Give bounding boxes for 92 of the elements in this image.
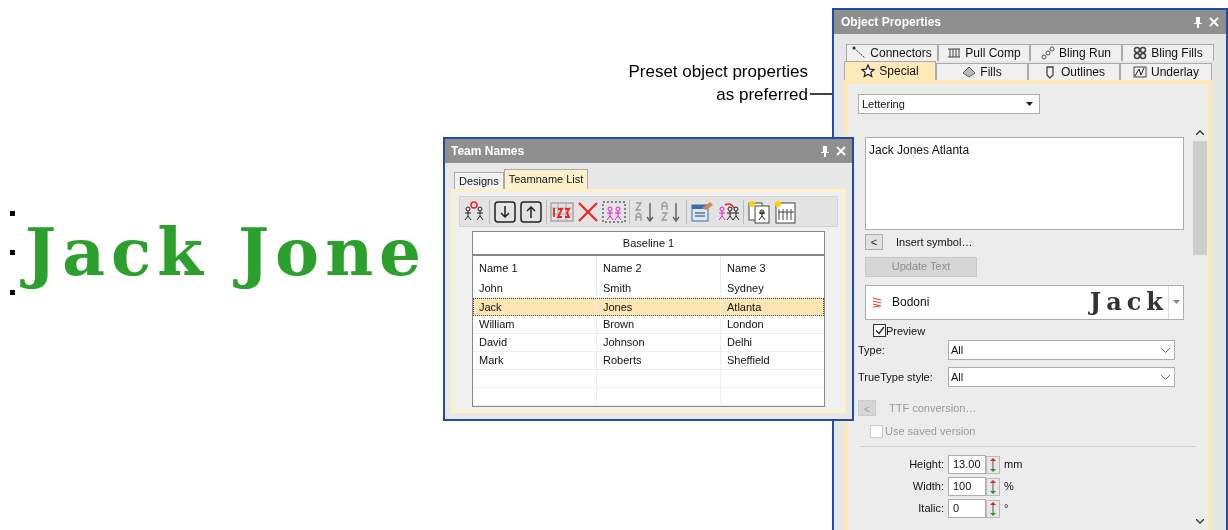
field-label: TrueType style: <box>858 369 934 385</box>
card-hand-icon[interactable] <box>690 199 714 224</box>
unit-label: % <box>1004 479 1014 495</box>
number-field[interactable]: 13.00 <box>948 455 986 474</box>
truetype-style-dropdown[interactable]: All <box>948 367 1175 387</box>
rings-icon <box>1133 46 1148 60</box>
dropdown-arrow-icon <box>1026 102 1033 106</box>
dropdown-arrow-icon <box>1172 300 1180 304</box>
unit-label: mm <box>1004 457 1023 473</box>
panel-tab[interactable]: Connectors <box>846 44 938 61</box>
panel-tab[interactable]: Bling Run <box>1030 44 1122 61</box>
scroll-up-icon <box>1196 130 1204 135</box>
table-cell: Brown <box>597 316 721 333</box>
table-cell: Smith <box>597 280 721 297</box>
delete-x-icon[interactable] <box>576 199 600 224</box>
table-cell: William <box>473 316 597 333</box>
column-group-header: Baseline 1 <box>473 232 824 256</box>
panel-tab[interactable]: Teamname List <box>503 169 589 189</box>
sort-ascending-icon[interactable] <box>633 199 657 224</box>
panel-tab[interactable]: Pull Comp <box>938 44 1030 61</box>
panel-title: Object Properties <box>841 14 943 31</box>
panel-tab[interactable]: Fills <box>936 63 1028 80</box>
embroidered-lettering: Jack Jone <box>21 210 432 296</box>
pin-icon <box>1193 16 1203 28</box>
table-cell-text: Sheffield <box>726 353 771 369</box>
font-type-icon <box>872 296 882 308</box>
font-sample: Jack <box>1089 290 1168 314</box>
grid-lines-icon <box>947 46 962 60</box>
chevron-down-icon <box>1161 347 1170 353</box>
font-dropdown[interactable]: Bodoni Jack <box>865 284 1184 320</box>
table-row[interactable]: David Johnson Delhi <box>473 334 824 352</box>
table-row[interactable]: William Brown London <box>473 316 824 334</box>
table-row[interactable]: Mark Roberts Sheffield <box>473 352 824 370</box>
table-cell-text: Atlanta <box>726 299 763 315</box>
column-header[interactable]: Name 3 <box>721 256 824 280</box>
chevron-down-icon <box>1161 374 1170 380</box>
insert-symbol-label: Insert symbol… <box>896 235 973 250</box>
table-cell-text: Sydney <box>726 281 765 297</box>
spinner-arrows-icon <box>986 499 1000 518</box>
arrow-up-icon[interactable] <box>519 199 543 224</box>
close-icon <box>1209 17 1219 27</box>
check-icon <box>874 326 885 336</box>
document-people-icon[interactable] <box>773 199 797 224</box>
panel-tab[interactable]: Bling Fills <box>1122 44 1214 61</box>
field-label: Width: <box>911 479 945 495</box>
panel-tab[interactable]: Designs <box>454 172 504 189</box>
field-label: Type: <box>858 342 886 358</box>
type-dropdown[interactable]: All <box>948 340 1175 360</box>
object-type-dropdown[interactable]: Lettering <box>858 94 1040 114</box>
beads-icon <box>1041 46 1055 60</box>
table-cell-text: London <box>726 317 765 333</box>
table-cell: John <box>473 280 597 297</box>
column-header[interactable]: Name 2 <box>597 256 721 280</box>
spinner-arrows-icon <box>986 477 1000 496</box>
table-cell: Jack <box>473 298 597 316</box>
scrollbar-thumb[interactable] <box>1193 141 1207 255</box>
column-header[interactable]: Name 1 <box>473 256 597 280</box>
outline-shape-icon <box>1043 65 1057 79</box>
table-cell-text: Delhi <box>726 335 754 351</box>
table-cell: Mark <box>473 352 597 369</box>
number-field[interactable]: 0 <box>948 499 986 518</box>
spinner-arrows-icon <box>986 455 1000 474</box>
panel-tab[interactable]: Underlay <box>1120 63 1212 80</box>
selection-handles[interactable] <box>10 210 15 295</box>
star-icon <box>861 64 876 78</box>
number-field[interactable]: 100 <box>948 477 986 496</box>
table-cell: Jones <box>597 298 721 316</box>
zigzag-icon <box>1133 65 1147 79</box>
dotted-line-icon <box>852 46 867 60</box>
table-cell: David <box>473 334 597 351</box>
table-cell: Johnson <box>597 334 721 351</box>
arrow-down-icon[interactable] <box>493 199 517 224</box>
panel-tab[interactable]: Special <box>844 61 936 80</box>
field-label: Italic: <box>917 501 945 517</box>
table-row[interactable]: Jack Jones Atlanta <box>473 298 824 316</box>
pin-icon <box>820 145 830 157</box>
sort-descending-icon[interactable] <box>659 199 683 224</box>
scroll-down-icon <box>1196 519 1204 524</box>
panel-tab[interactable]: Outlines <box>1028 63 1120 80</box>
panel-title: Team Names <box>451 143 526 160</box>
numbered-grid-icon[interactable] <box>550 199 574 224</box>
close-icon <box>836 146 846 156</box>
field-label: Height: <box>908 457 945 473</box>
preview-checkbox[interactable]: Preview <box>873 322 1184 339</box>
unit-label: ° <box>1004 501 1009 517</box>
people-dotted-icon[interactable] <box>602 199 626 224</box>
annotation-text: Preset object properties as preferred <box>627 61 808 106</box>
table-cell: Roberts <box>597 352 721 369</box>
insert-symbol-button[interactable]: < <box>865 234 883 251</box>
ttf-conversion-label: TTF conversion… <box>889 401 977 416</box>
document-person-icon[interactable] <box>747 199 771 224</box>
lettering-text-box[interactable]: Jack Jones Atlanta <box>865 137 1184 230</box>
